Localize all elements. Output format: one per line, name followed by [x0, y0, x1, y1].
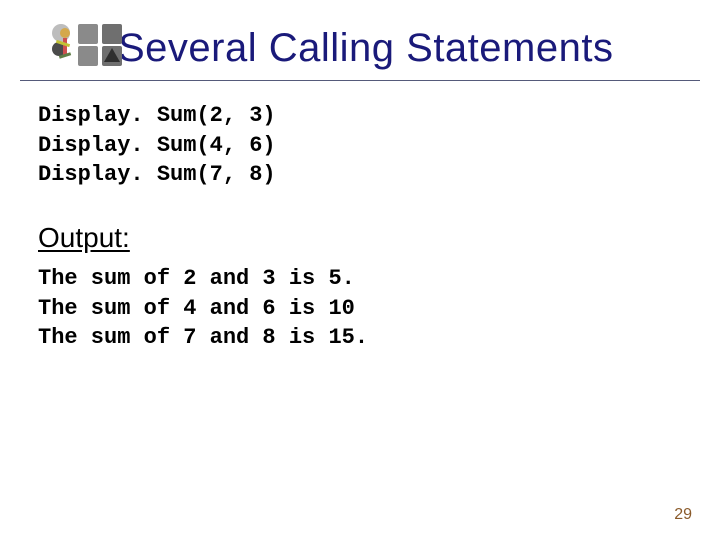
- output-line: The sum of 7 and 8 is 15.: [38, 325, 368, 350]
- output-line: The sum of 4 and 6 is 10: [38, 296, 355, 321]
- output-heading: Output:: [0, 190, 720, 254]
- code-line: Display. Sum(2, 3): [38, 103, 276, 128]
- slide-title: Several Calling Statements: [118, 26, 613, 71]
- code-line: Display. Sum(4, 6): [38, 133, 276, 158]
- slide-logo-icon: [52, 24, 106, 72]
- slide-header: Several Calling Statements: [20, 0, 700, 81]
- code-line: Display. Sum(7, 8): [38, 162, 276, 187]
- page-number: 29: [674, 506, 692, 524]
- output-line: The sum of 2 and 3 is 5.: [38, 266, 355, 291]
- code-block: Display. Sum(2, 3) Display. Sum(4, 6) Di…: [0, 81, 720, 190]
- output-block: The sum of 2 and 3 is 5. The sum of 4 an…: [0, 254, 720, 353]
